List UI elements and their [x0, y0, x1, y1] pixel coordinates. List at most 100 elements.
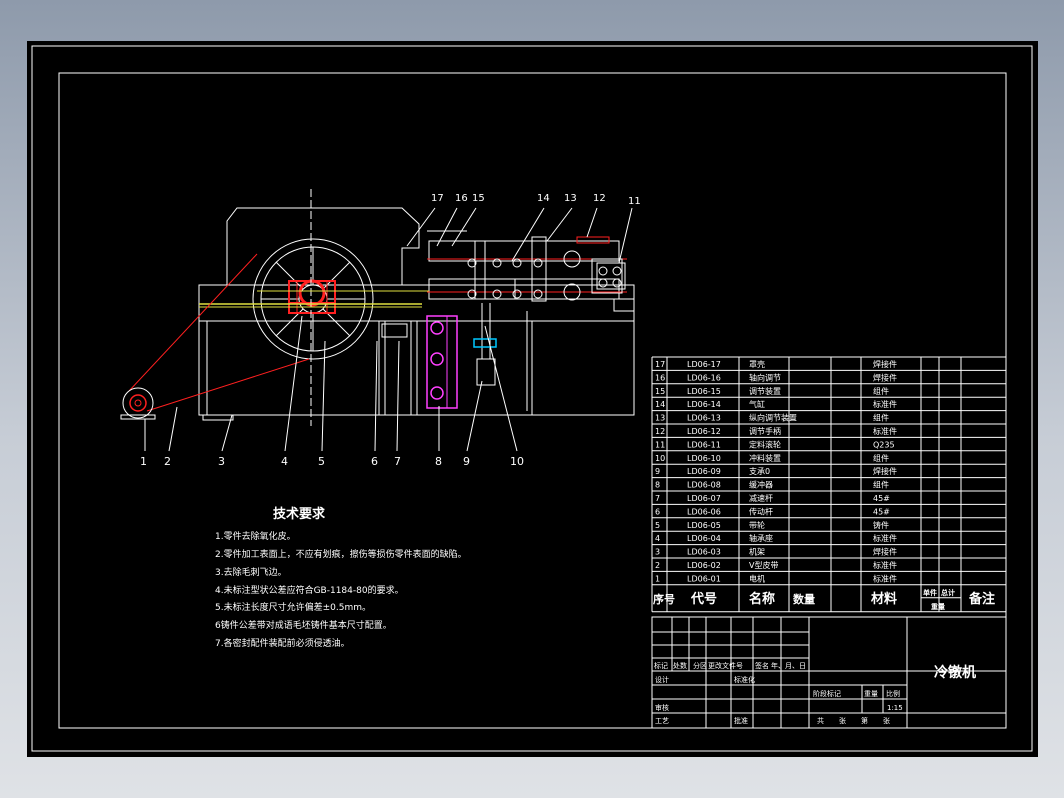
bom-row-5-no: 5 — [655, 521, 660, 530]
callout-16: 16 — [455, 193, 468, 204]
bom-row-11-code: LD06-11 — [687, 440, 721, 449]
bom-row-9-no: 9 — [655, 467, 660, 476]
callout-12: 12 — [593, 193, 606, 204]
bom-row-6-name: 传动杆 — [749, 506, 773, 516]
tb-sheet-1: 共 — [817, 716, 824, 725]
bom-row-7-material: 45# — [873, 494, 890, 503]
bom-hdr-material: 材料 — [871, 591, 897, 607]
callout-14: 14 — [537, 193, 550, 204]
bom-row-4-code: LD06-04 — [687, 534, 721, 543]
bom-row-3-no: 3 — [655, 548, 660, 557]
bom-hdr-unit: 单件 — [923, 588, 937, 597]
bom-row-14-no: 14 — [655, 400, 665, 409]
tb-std: 标准化 — [734, 675, 755, 684]
callout-numbers: 1 2 3 4 5 6 7 8 9 10 11 12 13 14 15 16 1… — [140, 193, 641, 468]
bom-row-1-code: LD06-01 — [687, 574, 721, 583]
bom-hdr-total: 总计 — [941, 588, 955, 597]
tech-note-5: 5.未标注长度尺寸允许偏差±0.5mm。 — [215, 601, 371, 613]
drawing-sheet: 1 2 3 4 5 6 7 8 9 10 11 12 13 14 15 16 1… — [27, 41, 1038, 757]
bom-row-1-material: 标准件 — [873, 573, 897, 583]
callout-5: 5 — [318, 455, 325, 468]
callout-13: 13 — [564, 193, 577, 204]
bom-row-10-no: 10 — [655, 454, 665, 463]
bom-row-12-no: 12 — [655, 427, 665, 436]
bom-row-13-no: 13 — [655, 414, 665, 423]
tb-review: 审核 — [655, 703, 669, 712]
tb-scale: 1:15 — [887, 704, 903, 712]
callout-1: 1 — [140, 455, 147, 468]
bom-row-15-material: 组件 — [873, 386, 889, 396]
bom-row-16-code: LD06-16 — [687, 373, 721, 382]
tech-note-6: 6铸件公差带对成语毛坯铸件基本尺寸配置。 — [215, 619, 392, 631]
tb-sheet-3: 第 — [861, 716, 868, 725]
callout-3: 3 — [218, 455, 225, 468]
bom-row-4-name: 轴承座 — [749, 533, 773, 543]
bom-row-10-name: 冲料装置 — [749, 453, 781, 463]
callout-11: 11 — [628, 196, 641, 207]
bom-row-14-name: 气缸 — [749, 399, 765, 409]
tech-note-3: 3.去除毛刺飞边。 — [215, 566, 287, 578]
bom-row-15-name: 调节装置 — [749, 386, 781, 396]
bom-table: 17 LD06-17 罩壳 焊接件16 LD06-16 轴向调节 焊接件15 LD06-15 调… — [651, 356, 1007, 613]
motor — [120, 387, 156, 420]
bom-row-16-no: 16 — [655, 373, 665, 382]
callout-2: 2 — [164, 455, 171, 468]
bom-row-12-material: 标准件 — [873, 426, 897, 436]
tb-sheet-2: 张 — [839, 716, 846, 725]
bom-row-15-no: 15 — [655, 387, 665, 396]
bom-row-15-code: LD06-15 — [687, 387, 721, 396]
tb-label-sign: 签名 — [755, 661, 769, 670]
tb-label-mark: 标记 — [654, 661, 668, 670]
bom-hdr-qty: 数量 — [793, 592, 815, 606]
bom-row-10-material: 组件 — [873, 453, 889, 463]
bom-row-2-name: V型皮带 — [749, 560, 778, 570]
bom-row-7-code: LD06-07 — [687, 494, 721, 503]
tech-note-1: 1.零件去除氧化皮。 — [215, 530, 296, 542]
title-block: 标记 处数 分区 更改文件号 签名 年、月、日 设计 标准化 阶段标记 重量 比… — [651, 616, 1007, 729]
bom-row-8-code: LD06-08 — [687, 481, 721, 490]
bom-hdr-remark: 备注 — [968, 591, 995, 607]
bom-row-9-code: LD06-09 — [687, 467, 721, 476]
bom-row-16-material: 焊接件 — [873, 372, 897, 382]
tb-label-date: 年、月、日 — [771, 661, 806, 670]
bom-row-4-no: 4 — [655, 534, 660, 543]
bom-hdr-code: 代号 — [690, 591, 717, 607]
bom-row-2-no: 2 — [655, 561, 660, 570]
bom-hdr-weight: 重量 — [931, 602, 945, 611]
bom-row-3-material: 焊接件 — [873, 547, 897, 557]
bearing-housing-red — [288, 279, 336, 314]
tb-sheet-4: 张 — [883, 716, 890, 725]
bom-row-2-code: LD06-02 — [687, 561, 721, 570]
tb-label-zone: 分区 — [693, 661, 707, 670]
bom-row-11-no: 11 — [655, 440, 665, 449]
buffer-chain — [426, 315, 458, 409]
callout-17: 17 — [431, 193, 444, 204]
bom-row-16-name: 轴向调节 — [749, 372, 781, 382]
tech-note-2: 2.零件加工表面上，不应有划痕，擦伤等损伤零件表面的缺陷。 — [215, 548, 467, 560]
bom-row-3-name: 机架 — [749, 547, 765, 557]
bom-row-3-code: LD06-03 — [687, 548, 721, 557]
tech-note-7: 7.各密封配件装配前必须侵透油。 — [215, 637, 350, 649]
bom-row-4-material: 标准件 — [873, 533, 897, 543]
callout-4: 4 — [281, 455, 288, 468]
bom-hdr-no: 序号 — [653, 592, 675, 606]
bom-row-8-no: 8 — [655, 481, 660, 490]
tb-approve: 批准 — [734, 716, 748, 725]
bom-row-11-material: Q235 — [873, 440, 895, 449]
bom-row-9-name: 支承0 — [749, 466, 770, 476]
bom-row-13-code: LD06-13 — [687, 414, 721, 423]
bom-row-17-name: 罩壳 — [749, 359, 765, 369]
tb-stage: 阶段标记 — [813, 689, 841, 698]
bom-row-12-name: 调节手柄 — [749, 426, 781, 436]
tech-title: 技术要求 — [273, 506, 326, 522]
callout-7: 7 — [394, 455, 401, 468]
bom-row-7-name: 减速杆 — [749, 493, 773, 503]
bom-hdr-name: 名称 — [749, 591, 775, 607]
bom-row-7-no: 7 — [655, 494, 660, 503]
callout-9: 9 — [463, 455, 470, 468]
callout-15: 15 — [472, 193, 485, 204]
tb-scale-label: 比例 — [886, 689, 900, 698]
tb-label-change: 更改文件号 — [708, 661, 743, 670]
bom-row-1-no: 1 — [655, 574, 660, 583]
technical-requirements: 技术要求 1.零件去除氧化皮。 2.零件加工表面上，不应有划痕，擦伤等损伤零件表… — [215, 506, 467, 649]
